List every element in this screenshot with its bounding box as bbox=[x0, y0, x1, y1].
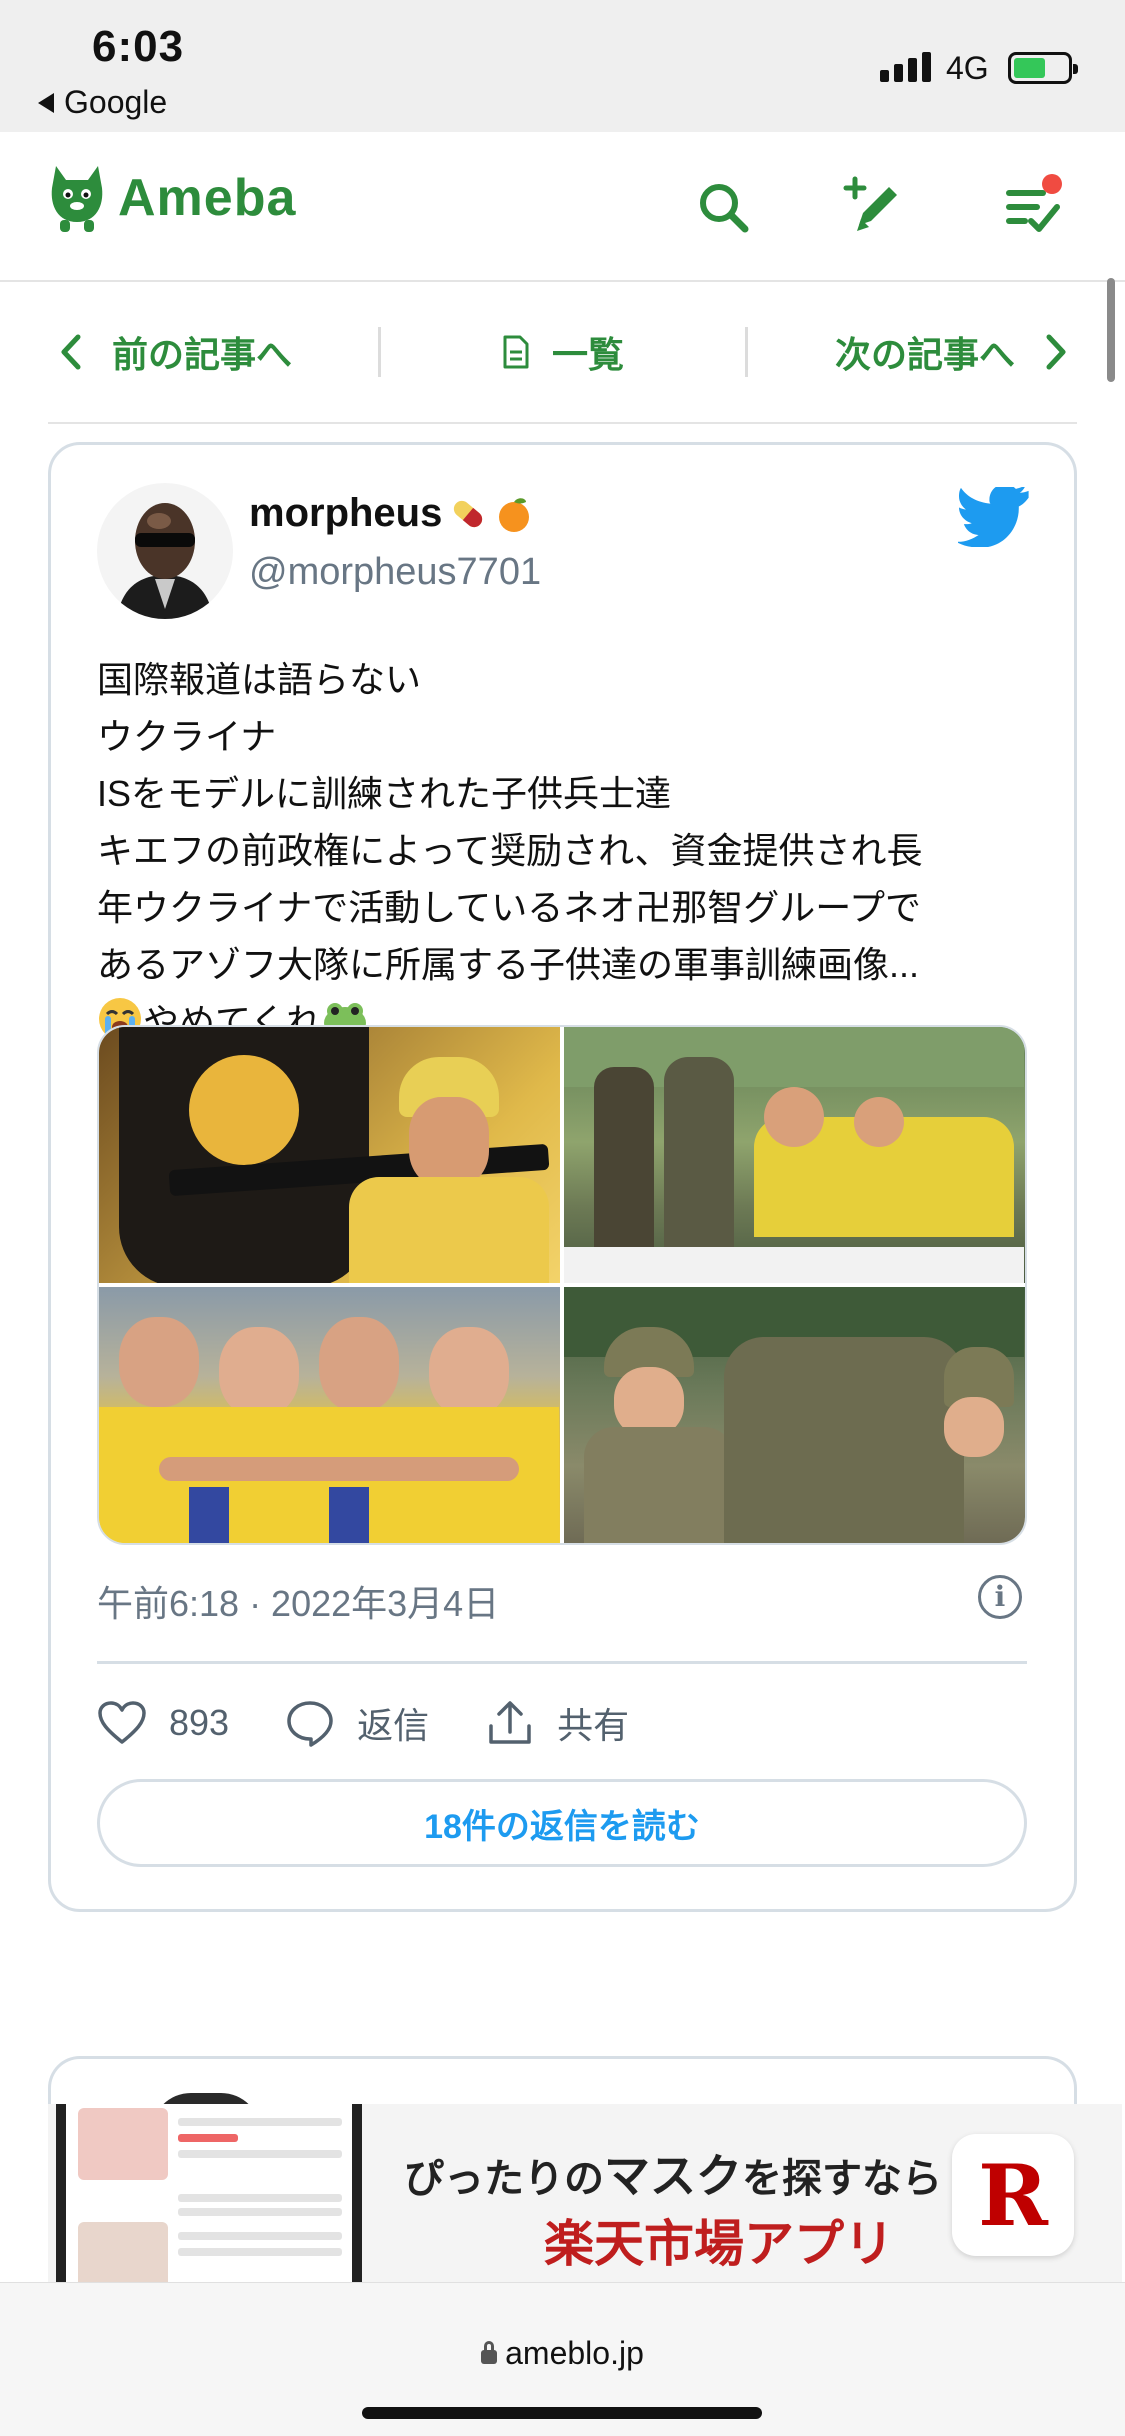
tweet-line-1: 国際報道は語らない bbox=[97, 651, 1047, 708]
ad-headline-emph: マスク bbox=[604, 2150, 742, 2202]
document-icon bbox=[503, 335, 529, 369]
prev-article-link[interactable]: 前の記事へ bbox=[48, 327, 378, 377]
reply-bubble-icon bbox=[287, 1701, 333, 1747]
like-count: 893 bbox=[169, 1702, 230, 1743]
notification-dot bbox=[1042, 174, 1062, 194]
embedded-tweet-card[interactable]: morpheus @morpheus7701 国際報道は語らない ウクライナ IS… bbox=[48, 442, 1077, 1912]
ad-banner[interactable]: ぴったりのマスクを探すなら 楽天市場アプリ R bbox=[48, 2104, 1122, 2282]
ad-headline: ぴったりのマスクを探すなら bbox=[404, 2140, 942, 2206]
author-name[interactable]: morpheus bbox=[249, 491, 534, 536]
page-scrollbar[interactable] bbox=[1107, 278, 1115, 382]
next-article-link[interactable]: 次の記事へ bbox=[748, 327, 1077, 377]
back-triangle-icon bbox=[38, 92, 54, 113]
back-to-google-link[interactable]: Google bbox=[38, 84, 167, 121]
divider bbox=[97, 1661, 1027, 1664]
ad-headline-suffix: を探すなら bbox=[742, 2157, 942, 2201]
tweet-photo-4[interactable] bbox=[564, 1287, 1025, 1543]
tweet-actions: 893 返信 共有 bbox=[97, 1693, 685, 1753]
tweet-photo-2[interactable] bbox=[564, 1027, 1025, 1283]
feed-button[interactable] bbox=[998, 172, 1068, 242]
chevron-right-icon bbox=[1046, 334, 1066, 370]
write-post-button[interactable] bbox=[840, 172, 910, 242]
twitter-bird-icon[interactable] bbox=[958, 487, 1030, 547]
pencil-sparkle-icon bbox=[843, 176, 897, 231]
avatar-image bbox=[97, 483, 233, 619]
address-bar[interactable]: ameblo.jp bbox=[0, 2335, 1125, 2372]
tweet-line-5: あるアゾフ大隊に所属する子供達の軍事訓練画像... bbox=[97, 944, 920, 985]
network-type: 4G bbox=[946, 50, 989, 86]
read-replies-button[interactable]: 18件の返信を読む bbox=[97, 1779, 1027, 1867]
next-article-label: 次の記事へ bbox=[834, 334, 1015, 375]
ad-app-name: 楽天市場アプリ bbox=[544, 2216, 894, 2272]
reply-label: 返信 bbox=[357, 1705, 430, 1746]
tweet-line-3: キエフの前政権によって奨励され、資金提供され長 bbox=[97, 830, 923, 871]
ukraine-flag-icon bbox=[421, 660, 469, 696]
tweet-media-grid[interactable] bbox=[97, 1025, 1027, 1545]
tangerine-emoji-icon bbox=[499, 497, 530, 532]
prev-article-label: 前の記事へ bbox=[112, 334, 293, 375]
status-time: 6:03 bbox=[92, 22, 185, 71]
battery-charging-icon bbox=[1008, 52, 1078, 84]
ad-phone-mockup bbox=[56, 2104, 362, 2282]
article-list-link[interactable]: 一覧 bbox=[378, 327, 748, 377]
back-app-label: Google bbox=[64, 84, 168, 120]
like-button[interactable]: 893 bbox=[97, 1700, 229, 1746]
logo-text: Ameba bbox=[118, 169, 297, 227]
author-name-text: morpheus bbox=[249, 491, 443, 535]
tweet-timestamp-link[interactable]: 午前6:18 · 2022年3月4日 bbox=[97, 1575, 499, 1627]
lock-icon bbox=[481, 2341, 498, 2364]
ameba-mascot-icon bbox=[51, 166, 103, 232]
author-handle[interactable]: @morpheus7701 bbox=[249, 551, 541, 594]
search-button[interactable] bbox=[688, 172, 758, 242]
ameba-header: Ameba bbox=[0, 132, 1125, 282]
tweet-photo-1[interactable] bbox=[99, 1027, 560, 1283]
home-indicator[interactable] bbox=[362, 2407, 762, 2419]
tweet-photo-3[interactable] bbox=[99, 1287, 560, 1543]
url-text: ameblo.jp bbox=[505, 2335, 644, 2371]
tweet-text: 国際報道は語らない ウクライナ ISをモデルに訓練された子供兵士達 キエフの前政権… bbox=[97, 651, 1047, 1050]
search-icon bbox=[700, 184, 749, 233]
share-button[interactable]: 共有 bbox=[485, 1697, 629, 1749]
info-icon[interactable]: i bbox=[978, 1575, 1022, 1619]
share-label: 共有 bbox=[557, 1705, 630, 1746]
author-avatar[interactable] bbox=[97, 483, 233, 619]
reply-button[interactable]: 返信 bbox=[285, 1697, 429, 1749]
share-icon bbox=[489, 1701, 531, 1744]
browser-bottom-bar: ameblo.jp bbox=[0, 2282, 1125, 2436]
heart-icon bbox=[98, 1701, 146, 1744]
chevron-left-icon bbox=[61, 334, 81, 370]
rakuten-logo-icon: R bbox=[952, 2134, 1074, 2256]
tweet-line-4: 年ウクライナで活動しているネオ卍那智グループで bbox=[97, 887, 922, 928]
ameba-logo[interactable]: Ameba bbox=[48, 162, 296, 234]
tweet-line-2: ISをモデルに訓練された子供兵士達 bbox=[97, 773, 672, 814]
article-navigation: 前の記事へ 一覧 次の記事へ bbox=[48, 282, 1077, 424]
signal-strength-icon bbox=[880, 52, 931, 82]
article-list-label: 一覧 bbox=[551, 334, 624, 375]
ad-headline-prefix: ぴったりの bbox=[404, 2157, 604, 2201]
pill-emoji-icon bbox=[454, 500, 483, 527]
status-bar: 6:03 Google 4G bbox=[0, 0, 1125, 132]
